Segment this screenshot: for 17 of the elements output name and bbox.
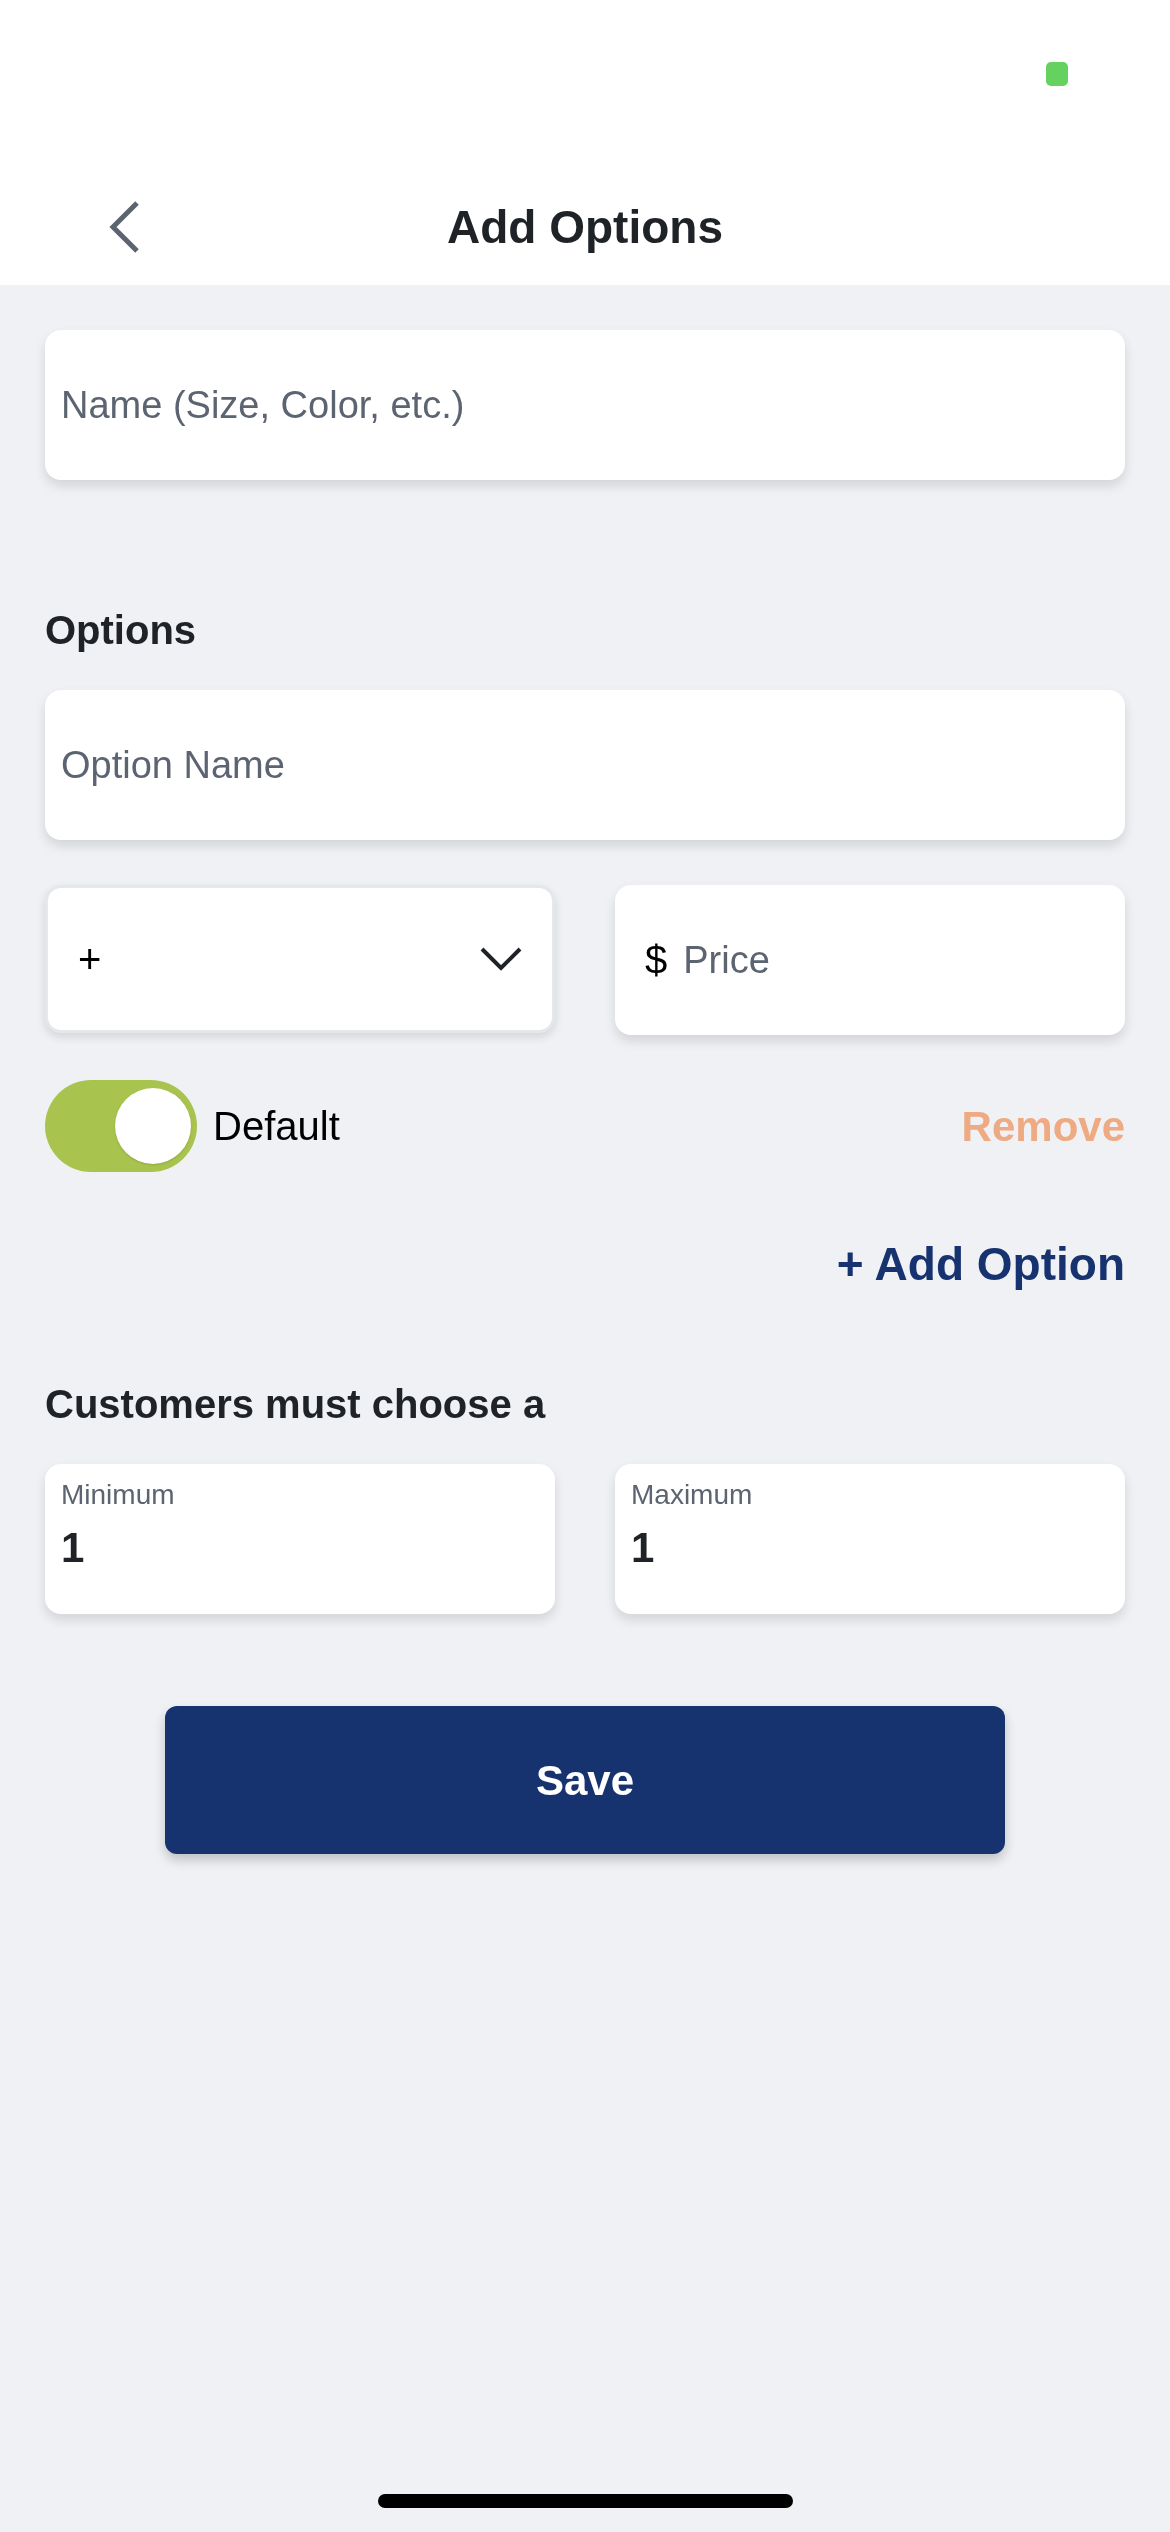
price-field[interactable]: $ Price (615, 885, 1125, 1035)
currency-symbol: $ (645, 937, 668, 984)
name-field[interactable]: Name (Size, Color, etc.) (45, 330, 1125, 480)
section-title: Customers must choose a (45, 1381, 547, 1428)
section-title: Options (45, 607, 198, 654)
add-option-link[interactable]: + Add Option (836, 1230, 1125, 1299)
default-label: Default (213, 1103, 340, 1150)
back-icon (109, 199, 141, 255)
chevron-down-icon (480, 947, 522, 971)
save-button[interactable]: Save (165, 1706, 1005, 1854)
option-name-field[interactable]: Option Name (45, 690, 1125, 840)
battery-icon (1046, 62, 1068, 86)
minimum-field[interactable]: Minimum 1 (45, 1464, 555, 1614)
modifier-dropdown[interactable]: + (45, 885, 555, 1033)
page-title: Add Options (447, 200, 723, 255)
price-placeholder: Price (683, 937, 770, 983)
maximum-field[interactable]: Maximum 1 (615, 1464, 1125, 1614)
